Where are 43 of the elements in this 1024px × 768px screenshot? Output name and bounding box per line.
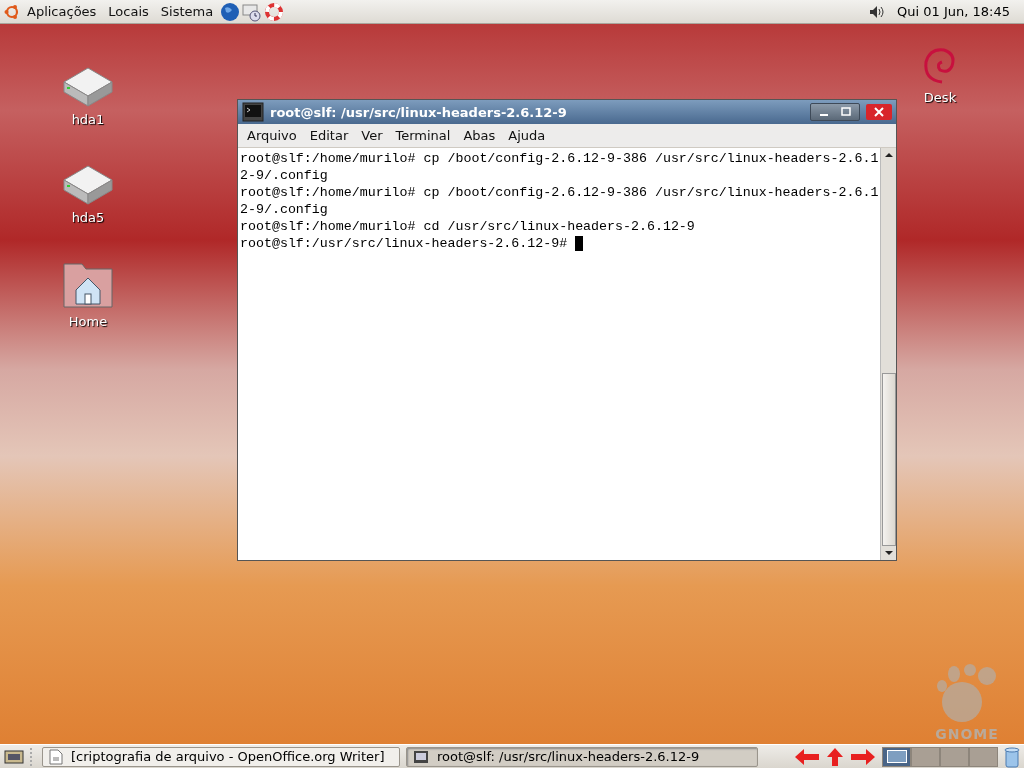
desktop-icon-label[interactable]: Desk [923,90,957,105]
close-icon[interactable] [866,104,892,120]
left-arrow-icon[interactable] [794,747,820,766]
terminal-icon [413,749,429,764]
desktop-icon-label[interactable]: hda1 [71,112,105,127]
menu-item[interactable]: Editar [303,128,355,143]
right-arrow-icon[interactable] [850,747,876,766]
menu-item[interactable]: Ajuda [502,128,552,143]
terminal-line: root@slf:/home/murilo# cd /usr/src/linux-headers-2.6.12-9 [240,218,695,235]
menu-item[interactable]: Terminal [389,128,457,143]
menu-item[interactable]: Arquivo [241,128,303,143]
globe-icon[interactable] [220,1,241,22]
ubuntu-logo-icon[interactable] [4,3,20,20]
wallpaper-logo-text: GNOME [935,726,999,742]
menu-item[interactable]: Ver [355,128,389,143]
menu-item[interactable]: Abas [457,128,502,143]
up-arrow-icon[interactable] [826,746,844,767]
desktop-icon-label[interactable]: hda5 [71,210,105,225]
scrollbar[interactable] [880,148,896,560]
terminal-icon[interactable] [242,102,264,122]
panel-menu[interactable]: Aplicações [22,4,102,19]
terminal-line: 2-9/.config [240,201,328,218]
workspace-switcher-item[interactable] [940,746,969,767]
terminal-line: 2-9/.config [240,167,328,184]
taskbar-button[interactable]: [criptografia de arquivo - OpenOffice.org Writer] [42,746,400,767]
show-desktop-icon[interactable] [4,748,24,765]
scrollbar-thumb[interactable] [881,373,896,546]
envelope-clock-icon[interactable] [242,1,263,22]
lifebuoy-icon[interactable] [264,1,285,22]
trash-icon[interactable] [1004,745,1020,768]
terminal-line: root@slf:/usr/src/linux-headers-2.6.12-9# [240,235,569,252]
panel-menu[interactable]: Sistema [155,4,219,19]
panel-menu[interactable]: Locais [103,4,154,19]
taskbar-button[interactable]: root@slf: /usr/src/linux-headers-2.6.12-9 [406,746,758,767]
workspace-switcher-item[interactable] [882,746,911,767]
cursor [575,236,584,251]
window-title: root@slf: /usr/src/linux-headers-2.6.12-9 [270,104,567,120]
document-icon [49,748,63,765]
workspace-switcher-item[interactable] [911,746,940,767]
workspace-switcher-item[interactable] [969,746,998,767]
clock[interactable]: Qui 01 Jun, 18:45 [889,4,1016,19]
terminal-line: root@slf:/home/murilo# cp /boot/config-2.6.12-9-386 /usr/src/linux-headers-2.6.1 [240,184,879,201]
terminal-line: root@slf:/home/murilo# cp /boot/config-2.6.12-9-386 /usr/src/linux-headers-2.6.1 [240,150,879,167]
